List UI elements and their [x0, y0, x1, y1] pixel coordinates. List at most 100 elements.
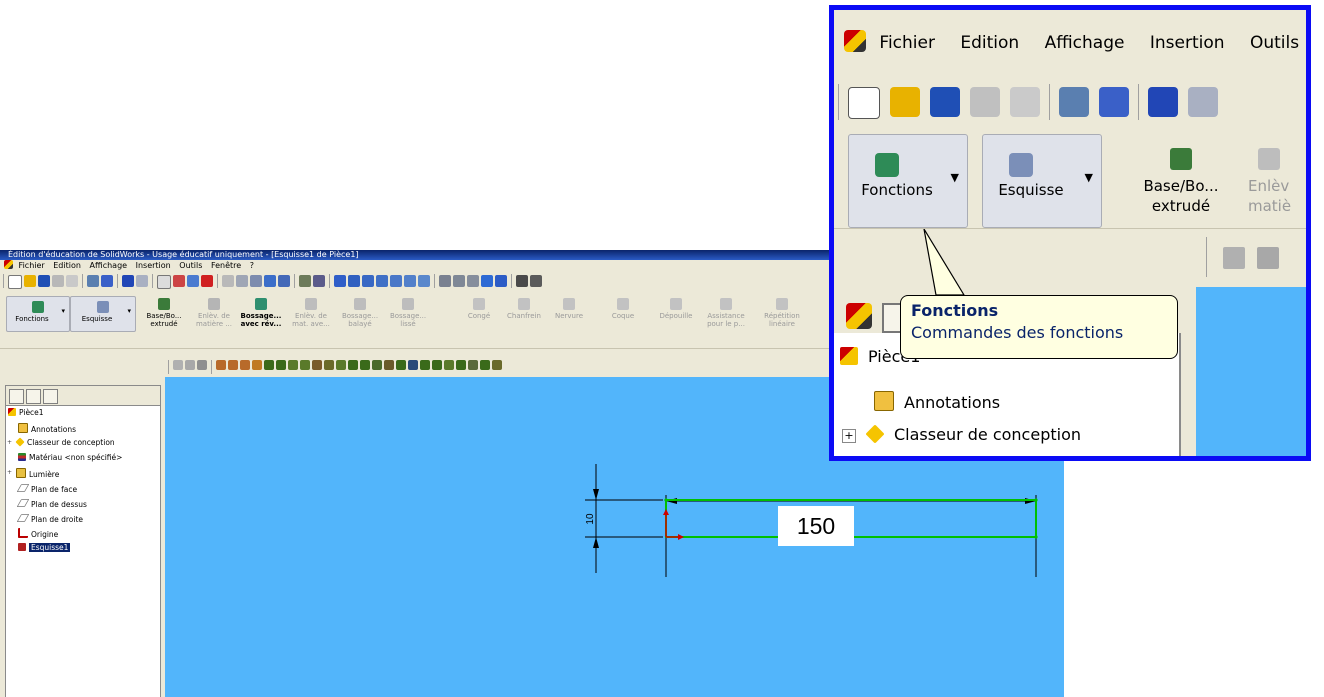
zoom-to-fit-icon[interactable] [348, 275, 360, 287]
expand-icon[interactable]: + [842, 429, 856, 443]
tree-item-material[interactable]: Matériau <non spécifié> [18, 453, 122, 463]
rebuild-icon[interactable] [201, 275, 213, 287]
smart-dimension-icon[interactable] [250, 275, 262, 287]
zoom-in-out-icon[interactable] [376, 275, 388, 287]
command-swept-boss[interactable]: Bossage... balayé [337, 298, 383, 328]
zoom-command-extruded-cut[interactable]: Enlèv matiè [1248, 148, 1306, 216]
hide-show-icon[interactable] [299, 275, 311, 287]
sketch-tool-13-icon[interactable] [360, 360, 370, 370]
menu-edition[interactable]: Edition [53, 260, 81, 272]
sketch-tool-4-icon[interactable] [252, 360, 262, 370]
command-lofted-boss[interactable]: Bossage... lissé [385, 298, 431, 328]
command-hole-wizard[interactable]: Assistance pour le p... [704, 298, 748, 328]
sketch-tool-24-icon[interactable] [492, 360, 502, 370]
tree-item-design-binder[interactable]: + Classeur de conception [7, 437, 115, 448]
zoom-tree-item-annotations[interactable]: Annotations [874, 391, 1000, 413]
open-folder-icon[interactable] [24, 275, 36, 287]
filter-icon[interactable] [173, 360, 183, 370]
command-extruded-cut[interactable]: Enlèv. de matière ... [191, 298, 237, 328]
zoom-tab-esquisse-dropdown-icon[interactable]: ▼ [1085, 171, 1093, 184]
save-icon[interactable] [38, 275, 50, 287]
sketch-point[interactable] [664, 498, 668, 502]
zoom-menu-outils[interactable]: Outils [1250, 10, 1299, 76]
filter-vertices-icon[interactable] [1257, 247, 1279, 269]
view-icon[interactable] [313, 275, 325, 287]
sketch-tool-12-icon[interactable] [348, 360, 358, 370]
sketch-tool-22-icon[interactable] [468, 360, 478, 370]
zoom-tab-esquisse[interactable]: Esquisse ▼ [982, 134, 1102, 228]
command-draft[interactable]: Dépouille [656, 298, 696, 320]
menu-fichier[interactable]: Fichier [19, 260, 45, 272]
sketch-tool-10-icon[interactable] [324, 360, 334, 370]
configuration-manager-tab-icon[interactable] [43, 389, 58, 404]
zoom-command-extruded-boss[interactable]: Base/Bo... extrudé [1138, 148, 1224, 216]
options-icon[interactable] [66, 275, 78, 287]
menu-outils[interactable]: Outils [179, 260, 202, 272]
zoom-tab-fonctions[interactable]: Fonctions ▼ [848, 134, 968, 228]
select-filter-icon[interactable] [173, 275, 185, 287]
new-document-icon[interactable] [8, 275, 22, 289]
zoom-tree-item-design-binder[interactable]: + Classeur de conception [842, 424, 1081, 445]
sketch-tool-6-icon[interactable] [276, 360, 286, 370]
rotate-view-icon[interactable] [390, 275, 402, 287]
sketch-point[interactable] [1034, 498, 1038, 502]
height-dimension-text[interactable]: 10 [585, 513, 596, 525]
print-preview-icon[interactable] [101, 275, 113, 287]
zoom-menu-affichage[interactable]: Affichage [1045, 10, 1125, 76]
previous-view-icon[interactable] [334, 275, 346, 287]
redo-icon[interactable] [1188, 87, 1218, 117]
options-icon[interactable] [1010, 87, 1040, 117]
new-document-icon[interactable] [848, 87, 880, 119]
property-manager-tab-icon[interactable] [26, 389, 41, 404]
command-linear-pattern[interactable]: Répétition linéaire [760, 298, 804, 328]
command-fillet[interactable]: Congé [462, 298, 496, 320]
open-folder-icon[interactable] [890, 87, 920, 117]
tree-item-annotations[interactable]: Annotations [18, 423, 76, 435]
print-icon[interactable] [87, 275, 99, 287]
perspective-icon[interactable] [516, 275, 528, 287]
menu-fenetre[interactable]: Fenêtre [211, 260, 241, 272]
tab-esquisse-dropdown-icon[interactable]: ▾ [127, 307, 131, 315]
hidden-lines-removed-icon[interactable] [467, 275, 479, 287]
select-icon[interactable] [157, 275, 171, 289]
section-view-icon[interactable] [530, 275, 542, 287]
menu-affichage[interactable]: Affichage [89, 260, 127, 272]
command-shell[interactable]: Coque [606, 298, 640, 320]
sketch-tool-20-icon[interactable] [444, 360, 454, 370]
tree-item-right-plane[interactable]: Plan de droite [16, 513, 83, 525]
sketch-tool-2-icon[interactable] [228, 360, 238, 370]
command-revolved-cut[interactable]: Enlèv. de mat. ave... [288, 298, 334, 328]
tab-esquisse[interactable]: Esquisse ▾ [70, 296, 136, 332]
undo-icon[interactable] [1148, 87, 1178, 117]
print-icon[interactable] [1059, 87, 1089, 117]
menu-insertion[interactable]: Insertion [136, 260, 171, 272]
filter-icon[interactable] [1223, 247, 1245, 269]
zoom-tab-fonctions-dropdown-icon[interactable]: ▼ [951, 171, 959, 184]
expand-icon[interactable]: + [7, 438, 12, 448]
pan-icon[interactable] [404, 275, 416, 287]
save-icon[interactable] [930, 87, 960, 117]
zoom-menu-insertion[interactable]: Insertion [1150, 10, 1225, 76]
print-preview-icon[interactable] [1099, 87, 1129, 117]
shaded-icon[interactable] [495, 275, 507, 287]
sketch-tool-17-icon[interactable] [408, 360, 418, 370]
tree-item-top-plane[interactable]: Plan de dessus [16, 498, 87, 510]
sketch-tool-9-icon[interactable] [312, 360, 322, 370]
sketch-tool-16-icon[interactable] [396, 360, 406, 370]
help-icon[interactable] [278, 275, 290, 287]
sketch-tool-19-icon[interactable] [432, 360, 442, 370]
filter-edges-icon[interactable] [197, 360, 207, 370]
zoom-menu-fichier[interactable]: Fichier [879, 10, 935, 76]
print-setup-icon[interactable] [52, 275, 64, 287]
zoom-menu-edition[interactable]: Edition [960, 10, 1019, 76]
menu-help[interactable]: ? [250, 260, 254, 272]
zoom-graphics-area[interactable] [1196, 287, 1306, 456]
command-extruded-boss[interactable]: Base/Bo... extrudé [141, 298, 187, 328]
print-setup-icon[interactable] [970, 87, 1000, 117]
sketch-tool-23-icon[interactable] [480, 360, 490, 370]
sketch-tool-1-icon[interactable] [216, 360, 226, 370]
zoom-area-icon[interactable] [362, 275, 374, 287]
tab-fonctions-dropdown-icon[interactable]: ▾ [61, 307, 65, 315]
tree-root[interactable]: Pièce1 [8, 408, 44, 418]
undo-icon[interactable] [122, 275, 134, 287]
